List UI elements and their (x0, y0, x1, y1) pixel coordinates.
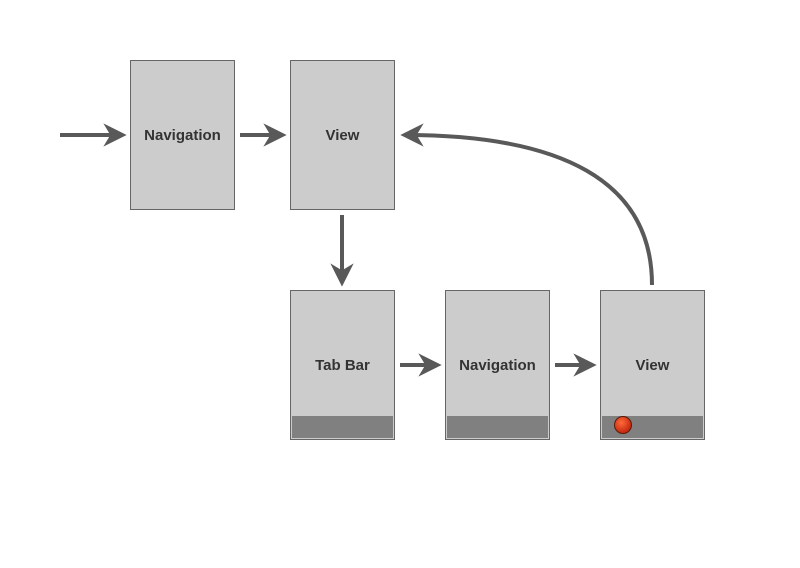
tab-bar-strip (602, 416, 703, 438)
node-label: View (636, 357, 670, 374)
node-view-1: View (290, 60, 395, 210)
node-navigation-1: Navigation (130, 60, 235, 210)
selected-tab-dot-icon (614, 416, 632, 434)
node-label: Navigation (144, 127, 221, 144)
node-navigation-2: Navigation (445, 290, 550, 440)
node-label: View (326, 127, 360, 144)
node-view-2: View (600, 290, 705, 440)
tab-bar-strip (292, 416, 393, 438)
diagram-canvas: Navigation View Tab Bar Navigation View (0, 0, 800, 568)
node-label: Tab Bar (315, 357, 370, 374)
node-label: Navigation (459, 357, 536, 374)
arrow-view2-to-view1 (405, 135, 652, 285)
tab-bar-strip (447, 416, 548, 438)
node-tab-bar: Tab Bar (290, 290, 395, 440)
arrows-layer (0, 0, 800, 568)
